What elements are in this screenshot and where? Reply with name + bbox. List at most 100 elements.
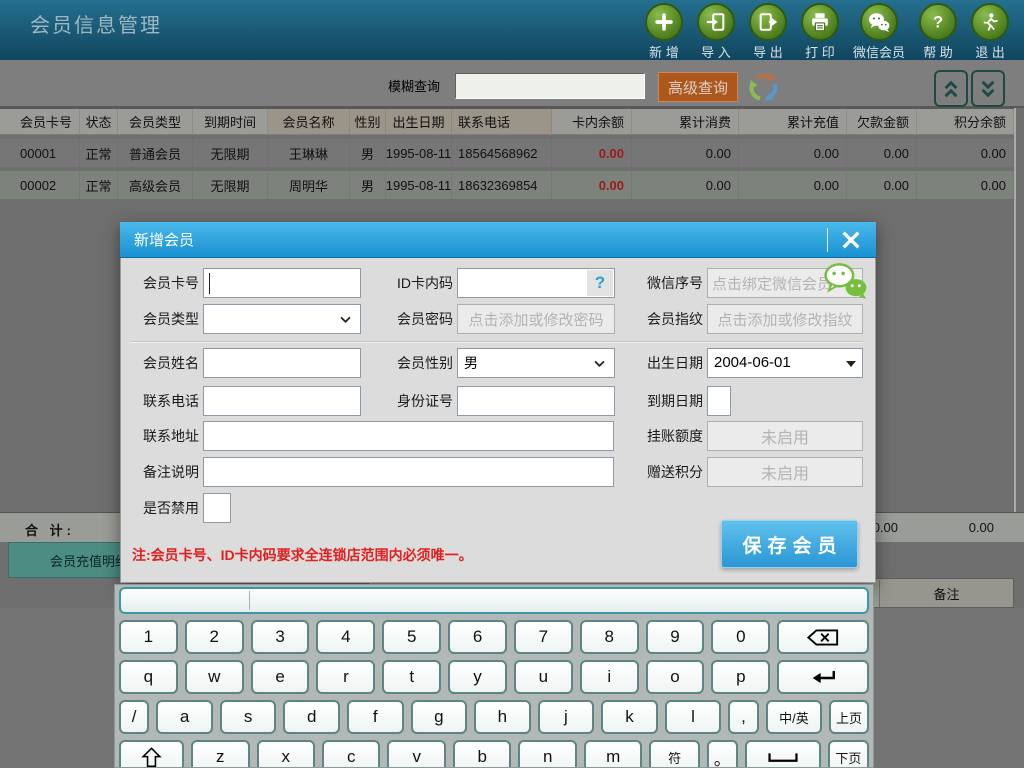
key-next-page[interactable]: 下页 bbox=[827, 740, 869, 767]
key-n[interactable]: n bbox=[518, 740, 577, 767]
scroll-bottom-button[interactable] bbox=[971, 70, 1005, 107]
member-type-select[interactable] bbox=[203, 304, 361, 334]
print-button[interactable]: 打 印 bbox=[794, 3, 846, 61]
key-lang-toggle[interactable]: 中/英 bbox=[765, 700, 823, 734]
key-k[interactable]: k bbox=[601, 700, 658, 734]
key-i[interactable]: i bbox=[579, 660, 639, 694]
disable-checkbox[interactable] bbox=[203, 493, 231, 523]
key-6[interactable]: 6 bbox=[448, 620, 507, 654]
key-d[interactable]: d bbox=[283, 700, 340, 734]
key-prev-page[interactable]: 上页 bbox=[829, 700, 869, 734]
key-9[interactable]: 9 bbox=[645, 620, 705, 654]
key-symbols[interactable]: 符 bbox=[649, 740, 700, 767]
key-period[interactable]: 。 bbox=[706, 740, 738, 767]
key-p[interactable]: p bbox=[711, 660, 771, 694]
key-3[interactable]: 3 bbox=[250, 620, 310, 654]
key-s[interactable]: s bbox=[219, 700, 277, 734]
key-m[interactable]: m bbox=[583, 740, 643, 767]
fingerprint-button[interactable]: 点击添加或修改指纹 bbox=[707, 304, 863, 334]
gender-select[interactable]: 男 bbox=[457, 348, 615, 378]
key-a[interactable]: a bbox=[156, 700, 213, 734]
exit-button[interactable]: 退 出 bbox=[964, 3, 1016, 61]
key-f[interactable]: f bbox=[346, 700, 404, 734]
advanced-search-button[interactable]: 高级查询 bbox=[658, 72, 738, 102]
key-backspace[interactable] bbox=[777, 620, 869, 654]
phone-input[interactable] bbox=[203, 386, 361, 416]
fuzzy-search-input[interactable] bbox=[455, 73, 645, 99]
key-0[interactable]: 0 bbox=[711, 620, 771, 654]
key-space[interactable] bbox=[744, 740, 821, 767]
key-slash[interactable]: / bbox=[119, 700, 150, 734]
column-header-5[interactable]: 性别 bbox=[350, 109, 386, 134]
candidate-bar[interactable] bbox=[119, 587, 869, 614]
expire-date-checkbox[interactable] bbox=[707, 386, 731, 416]
import-button[interactable]: 导 入 bbox=[690, 3, 742, 61]
column-header-2[interactable]: 会员类型 bbox=[118, 109, 193, 134]
idcard-input[interactable]: ? bbox=[457, 268, 615, 298]
save-member-button[interactable]: 保存会员 bbox=[721, 520, 858, 568]
key-u[interactable]: u bbox=[513, 660, 573, 694]
gift-points-button[interactable]: 未启用 bbox=[707, 457, 863, 487]
column-header-6[interactable]: 出生日期 bbox=[386, 109, 452, 134]
birth-date-combobox[interactable]: 2004-06-01 bbox=[707, 348, 863, 378]
key-x[interactable]: x bbox=[256, 740, 315, 767]
key-r[interactable]: r bbox=[316, 660, 376, 694]
password-button[interactable]: 点击添加或修改密码 bbox=[457, 304, 615, 334]
key-z[interactable]: z bbox=[191, 740, 250, 767]
table-row[interactable]: 00001 正常 普通会员 无限期 王琳琳男 1995-08-11 18564568962 0… bbox=[0, 139, 1014, 167]
key-comma[interactable]: , bbox=[728, 700, 759, 734]
scroll-top-button[interactable] bbox=[934, 70, 968, 107]
key-c[interactable]: c bbox=[322, 740, 381, 767]
column-header-4[interactable]: 会员名称 bbox=[268, 109, 350, 134]
key-shift[interactable] bbox=[119, 740, 185, 767]
column-header-0[interactable]: 会员卡号 bbox=[0, 109, 80, 134]
column-header-3[interactable]: 到期时间 bbox=[193, 109, 268, 134]
key-1[interactable]: 1 bbox=[119, 620, 178, 654]
chevron-down-icon bbox=[593, 360, 606, 368]
column-header-7[interactable]: 联系电话 bbox=[452, 109, 552, 134]
titlebar-divider bbox=[827, 228, 828, 252]
key-8[interactable]: 8 bbox=[579, 620, 639, 654]
add-button[interactable]: 新 增 bbox=[638, 3, 690, 61]
column-header-10[interactable]: 累计充值 bbox=[739, 109, 847, 134]
key-7[interactable]: 7 bbox=[513, 620, 573, 654]
idcard-help-button[interactable]: ? bbox=[587, 270, 613, 296]
window-titlebar: 会员信息管理 新 增导 入导 出打 印微信会员? 帮 助退 出 bbox=[0, 0, 1024, 60]
table-row[interactable]: 00002 正常 高级会员 无限期 周明华男 1995-08-11 18632369854 0… bbox=[0, 171, 1014, 199]
cell: 00001 bbox=[0, 139, 80, 167]
refresh-icon[interactable] bbox=[745, 69, 783, 107]
remark-input[interactable] bbox=[203, 457, 614, 487]
wechat-icon bbox=[823, 262, 869, 300]
key-o[interactable]: o bbox=[645, 660, 705, 694]
card-input[interactable] bbox=[203, 268, 361, 298]
key-enter[interactable] bbox=[777, 660, 869, 694]
column-header-1[interactable]: 状态 bbox=[80, 109, 118, 134]
key-v[interactable]: v bbox=[387, 740, 446, 767]
key-h[interactable]: h bbox=[474, 700, 531, 734]
wechat-button[interactable]: 微信会员 bbox=[846, 3, 912, 61]
key-2[interactable]: 2 bbox=[184, 620, 244, 654]
close-icon[interactable] bbox=[834, 227, 868, 253]
cell: 0.00 bbox=[917, 139, 1014, 167]
column-header-12[interactable]: 积分余额 bbox=[917, 109, 1014, 134]
key-e[interactable]: e bbox=[250, 660, 310, 694]
key-w[interactable]: w bbox=[184, 660, 244, 694]
key-l[interactable]: l bbox=[664, 700, 722, 734]
column-header-8[interactable]: 卡内余额 bbox=[552, 109, 632, 134]
key-5[interactable]: 5 bbox=[382, 620, 442, 654]
key-y[interactable]: y bbox=[448, 660, 507, 694]
key-b[interactable]: b bbox=[452, 740, 512, 767]
key-q[interactable]: q bbox=[119, 660, 178, 694]
key-j[interactable]: j bbox=[537, 700, 595, 734]
credit-limit-button[interactable]: 未启用 bbox=[707, 421, 863, 451]
key-t[interactable]: t bbox=[382, 660, 442, 694]
key-4[interactable]: 4 bbox=[316, 620, 376, 654]
address-input[interactable] bbox=[203, 421, 614, 451]
name-input[interactable] bbox=[203, 348, 361, 378]
column-header-9[interactable]: 累计消费 bbox=[632, 109, 739, 134]
column-header-11[interactable]: 欠款金额 bbox=[847, 109, 917, 134]
help-button[interactable]: ? 帮 助 bbox=[912, 3, 964, 61]
export-button[interactable]: 导 出 bbox=[742, 3, 794, 61]
id-number-input[interactable] bbox=[457, 386, 615, 416]
key-g[interactable]: g bbox=[410, 700, 468, 734]
